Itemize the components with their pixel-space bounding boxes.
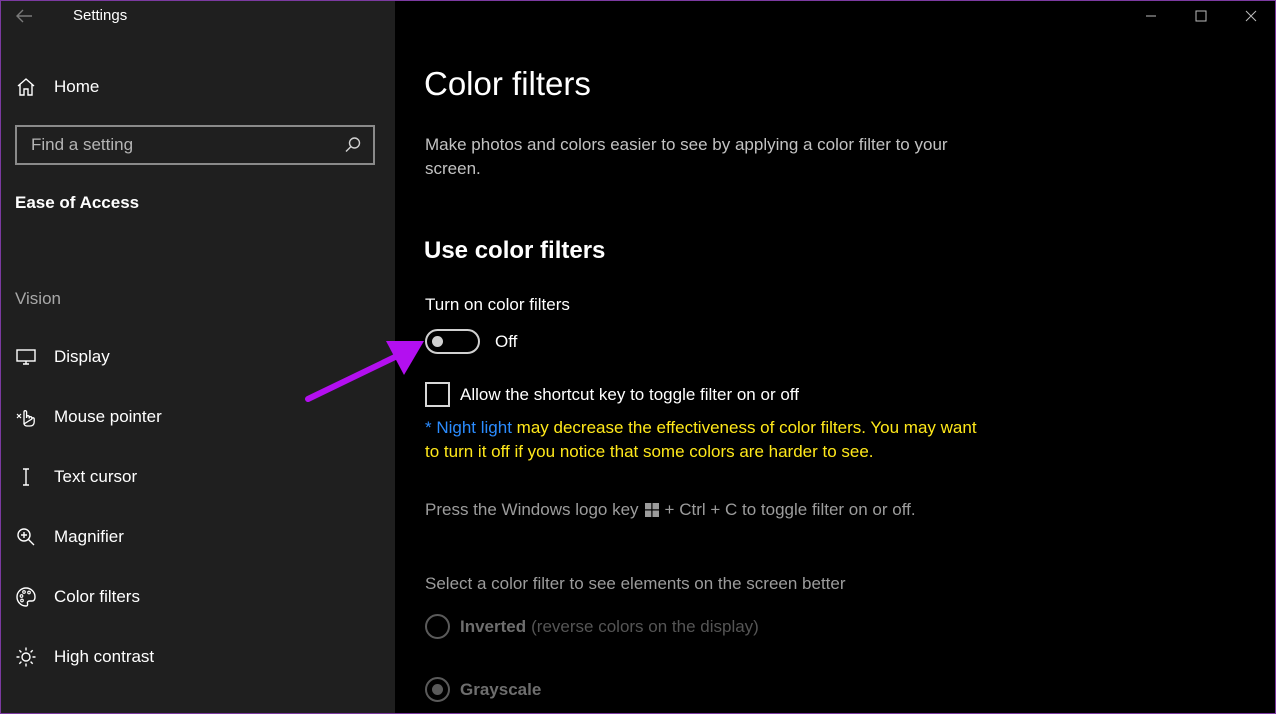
annotation-arrow-icon (305, 341, 424, 402)
note-prefix: * (425, 418, 437, 437)
sidebar-item-color-filters[interactable]: Color filters (15, 582, 375, 612)
group-label-vision: Vision (15, 289, 61, 308)
maximize-icon (1195, 10, 1207, 22)
checkbox-label: Allow the shortcut key to toggle filter … (460, 384, 799, 404)
shortcut-hint: Press the Windows logo key + Ctrl + C to… (425, 500, 916, 520)
sidebar-item-high-contrast[interactable]: High contrast (15, 642, 375, 672)
shortcut-key-checkbox[interactable]: Allow the shortcut key to toggle filter … (425, 382, 799, 407)
filter-select-label: Select a color filter to see elements on… (425, 574, 846, 593)
section-title: Ease of Access (15, 193, 140, 212)
sidebar-item-label: High contrast (54, 647, 155, 666)
home-icon (15, 76, 37, 98)
radio-name: Grayscale (460, 679, 542, 699)
monitor-icon (15, 346, 37, 368)
night-light-note: * Night light may decrease the effective… (425, 416, 985, 464)
search-box[interactable] (15, 125, 375, 165)
search-icon[interactable] (343, 135, 363, 155)
text-cursor-icon (15, 466, 37, 488)
minimize-button[interactable] (1126, 0, 1176, 32)
back-button[interactable] (12, 4, 36, 28)
sidebar-item-label: Mouse pointer (54, 407, 162, 426)
sidebar-item-magnifier[interactable]: Magnifier (15, 522, 375, 552)
radio-description: (reverse colors on the display) (531, 616, 759, 636)
section-title-use-color-filters: Use color filters (424, 237, 606, 264)
sidebar-item-text-cursor[interactable]: Text cursor (15, 462, 375, 492)
radio-inverted[interactable]: Inverted (reverse colors on the display) (425, 614, 759, 639)
palette-icon (15, 586, 37, 608)
shortcut-prefix: Press the Windows logo key (425, 500, 639, 519)
radio-circle[interactable] (425, 614, 450, 639)
radio-name: Inverted (460, 616, 527, 636)
magnifier-icon (15, 526, 37, 548)
shortcut-suffix: + Ctrl + C to toggle filter on or off. (664, 500, 916, 519)
sidebar-item-label: Magnifier (54, 527, 124, 546)
night-light-link[interactable]: Night light (436, 418, 512, 437)
window-controls (1126, 0, 1276, 32)
mouse-pointer-icon (15, 406, 37, 428)
toggle-state-label: Off (495, 332, 518, 351)
close-icon (1245, 10, 1257, 22)
radio-circle[interactable] (425, 677, 450, 702)
sidebar-item-home[interactable]: Home (15, 72, 375, 102)
toggle-label: Turn on color filters (425, 295, 570, 314)
sidebar-item-label: Home (54, 77, 100, 96)
app-title: Settings (73, 7, 128, 24)
radio-grayscale[interactable]: Grayscale (425, 677, 541, 702)
page-title: Color filters (424, 65, 591, 102)
search-input[interactable] (17, 127, 343, 163)
sidebar-item-label: Display (54, 347, 110, 366)
page-description: Make photos and colors easier to see by … (425, 135, 948, 178)
main-content: Color filters Make photos and colors eas… (395, 0, 1276, 714)
maximize-button[interactable] (1176, 0, 1226, 32)
sun-icon (15, 646, 37, 668)
windows-logo-icon (644, 503, 659, 517)
minimize-icon (1146, 15, 1156, 17)
back-arrow-icon (16, 9, 32, 23)
close-button[interactable] (1226, 0, 1276, 32)
sidebar-item-label: Text cursor (54, 467, 138, 486)
sidebar-item-label: Color filters (54, 587, 140, 606)
title-bar: Settings (0, 0, 395, 32)
